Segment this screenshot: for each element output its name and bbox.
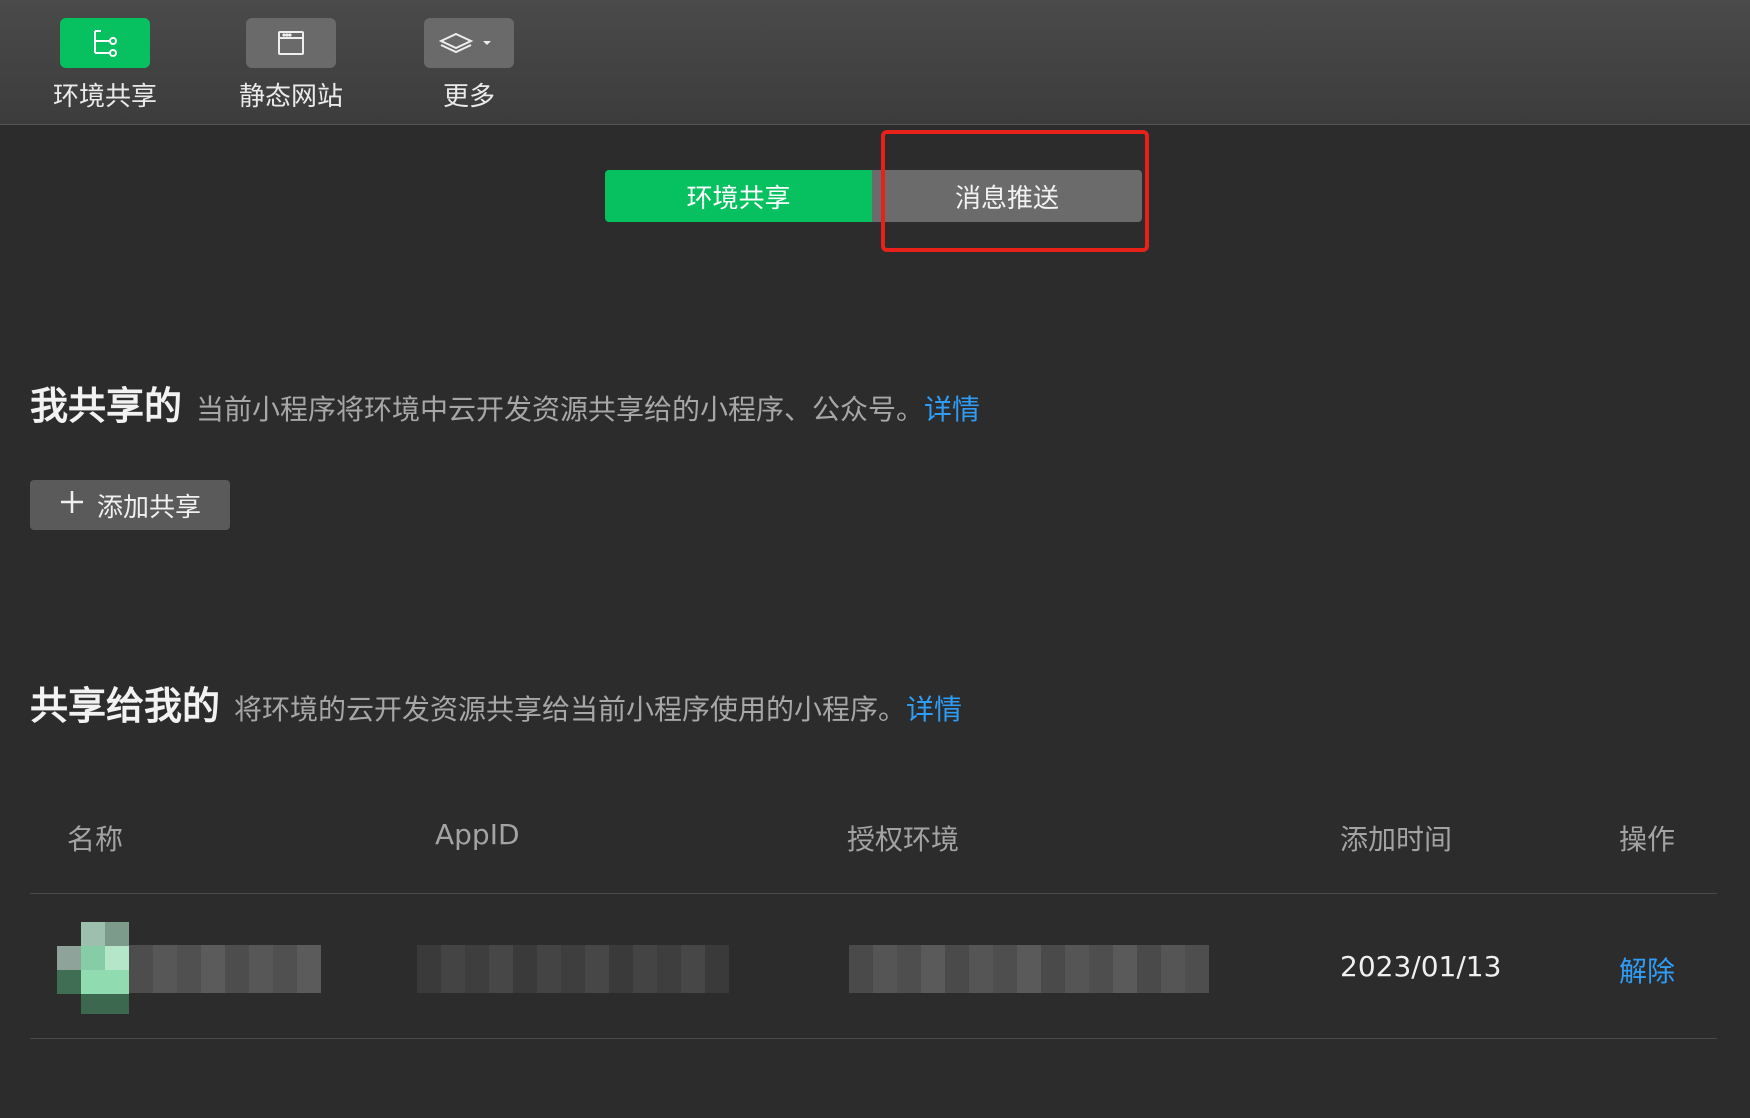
- column-header-action: 操作: [1619, 823, 1676, 856]
- details-link[interactable]: 详情: [906, 693, 962, 726]
- section-title: 我共享的: [30, 384, 183, 428]
- toolbar-label: 环境共享: [52, 82, 157, 112]
- env-blurred: [849, 945, 1209, 993]
- added-date: 2023/01/13: [1340, 950, 1502, 983]
- toolbar-label: 更多: [442, 82, 495, 112]
- toolbar-item-env-share[interactable]: 环境共享: [35, 18, 175, 113]
- top-toolbar: 环境共享 静态网站 更多: [0, 0, 1750, 125]
- name-blurred: [129, 945, 321, 993]
- my-shares-header: 我共享的 当前小程序将环境中云开发资源共享给的小程序、公众号。详情: [30, 375, 980, 430]
- table-header-divider: [30, 893, 1717, 894]
- section-title: 共享给我的: [30, 684, 221, 728]
- column-header-name: 名称: [67, 823, 124, 856]
- details-link[interactable]: 详情: [924, 393, 980, 426]
- tree-share-icon: [60, 18, 150, 68]
- layers-icon: [424, 18, 514, 68]
- column-header-appid: AppID: [435, 818, 520, 851]
- description-text: 当前小程序将环境中云开发资源共享给的小程序、公众号。: [196, 393, 925, 426]
- table-row-divider: [30, 1038, 1717, 1039]
- toolbar-item-static-site[interactable]: 静态网站: [221, 18, 361, 113]
- toolbar-item-more[interactable]: 更多: [399, 18, 539, 113]
- appid-blurred: [417, 945, 729, 993]
- add-share-label: 添加共享: [96, 492, 201, 523]
- toolbar-label: 静态网站: [238, 82, 343, 112]
- add-share-button[interactable]: 添加共享: [30, 480, 230, 530]
- remove-link[interactable]: 解除: [1619, 950, 1675, 990]
- column-header-added-time: 添加时间: [1340, 823, 1453, 856]
- chevron-down-icon: [483, 41, 491, 45]
- column-header-env: 授权环境: [847, 823, 960, 856]
- section-description: 将环境的云开发资源共享给当前小程序使用的小程序。详情: [234, 688, 962, 728]
- shared-to-me-header: 共享给我的 将环境的云开发资源共享给当前小程序使用的小程序。详情: [30, 675, 962, 730]
- plus-icon: [59, 489, 85, 522]
- avatar: [57, 922, 129, 1014]
- section-description: 当前小程序将环境中云开发资源共享给的小程序、公众号。详情: [196, 388, 980, 428]
- tab-env-share[interactable]: 环境共享: [605, 170, 872, 222]
- highlight-box: [881, 130, 1149, 252]
- description-text: 将环境的云开发资源共享给当前小程序使用的小程序。: [234, 693, 907, 726]
- browser-window-icon: [246, 18, 336, 68]
